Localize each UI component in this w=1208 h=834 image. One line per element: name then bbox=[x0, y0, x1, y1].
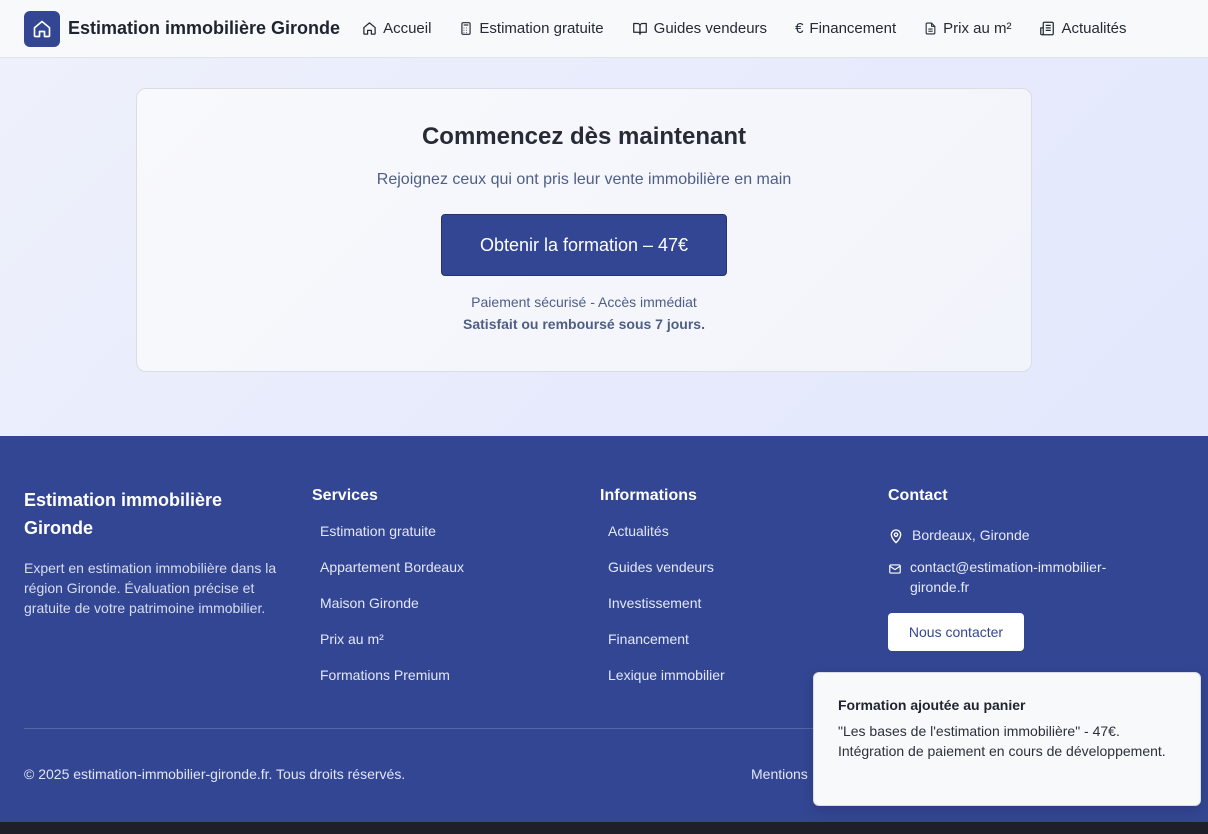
euro-icon: € bbox=[795, 20, 804, 37]
footer-link[interactable]: Actualités bbox=[600, 523, 725, 559]
footer-description: Expert en estimation immobilière dans la… bbox=[24, 560, 277, 616]
main-nav: Accueil Estimation gratuite Guides vende… bbox=[362, 20, 1154, 37]
nav-item-label: Guides vendeurs bbox=[653, 20, 768, 37]
footer-services-title: Services bbox=[312, 487, 378, 504]
footer-link[interactable]: Guides vendeurs bbox=[600, 559, 725, 595]
book-icon bbox=[632, 22, 647, 35]
footer-link[interactable]: Formations Premium bbox=[312, 667, 464, 703]
cta-title: Commencez dès maintenant bbox=[421, 123, 747, 150]
cta-card: Commencez dès maintenant Rejoignez ceux … bbox=[136, 88, 1032, 372]
nav-item-label: Financement bbox=[809, 20, 897, 37]
footer-services-list: Estimation gratuite Appartement Bordeaux… bbox=[312, 523, 464, 703]
footer-link[interactable]: Investissement bbox=[600, 595, 725, 631]
legal-link[interactable]: Mentions bbox=[751, 766, 808, 782]
nav-item-label: Estimation gratuite bbox=[479, 20, 604, 37]
contact-location-text: Bordeaux, Gironde bbox=[912, 527, 1030, 543]
payment-note: Paiement sécurisé - Accès immédiat bbox=[471, 294, 697, 310]
bottom-edge bbox=[0, 822, 1208, 834]
footer-informations-title: Informations bbox=[600, 487, 697, 504]
logo[interactable] bbox=[24, 10, 60, 47]
nav-item-actualites[interactable]: Actualités bbox=[1039, 20, 1127, 37]
footer-link[interactable]: Appartement Bordeaux bbox=[312, 559, 464, 595]
footer-contact-title: Contact bbox=[888, 487, 948, 504]
nav-item-prix[interactable]: Prix au m² bbox=[924, 20, 1011, 37]
footer-link[interactable]: Lexique immobilier bbox=[600, 667, 725, 703]
footer-link[interactable]: Maison Gironde bbox=[312, 595, 464, 631]
contact-email: contact@estimation-immobilier-gironde.fr bbox=[888, 557, 1138, 597]
get-formation-button[interactable]: Obtenir la formation – 47€ bbox=[441, 214, 727, 276]
document-icon bbox=[925, 22, 936, 35]
newspaper-icon bbox=[1040, 21, 1055, 36]
nav-item-guides[interactable]: Guides vendeurs bbox=[632, 20, 767, 37]
toast-body: "Les bases de l'estimation immobilière" … bbox=[838, 723, 1166, 759]
guarantee-note: Satisfait ou remboursé sous 7 jours. bbox=[463, 316, 705, 332]
home-icon bbox=[363, 22, 376, 35]
nav-item-label: Accueil bbox=[383, 20, 432, 37]
copyright-text: © 2025 estimation-immobilier-gironde.fr.… bbox=[24, 766, 406, 782]
footer-informations: Informations Actualités Guides vendeurs … bbox=[600, 486, 725, 703]
footer-brand: Estimation immobilière Gironde bbox=[24, 490, 223, 538]
footer-informations-list: Actualités Guides vendeurs Investissemen… bbox=[600, 523, 725, 703]
mail-icon bbox=[889, 564, 901, 574]
nav-item-label: Actualités bbox=[1061, 20, 1127, 37]
contact-email-text[interactable]: contact@estimation-immobilier-gironde.fr bbox=[910, 557, 1130, 597]
nav-item-estimation[interactable]: Estimation gratuite bbox=[459, 20, 604, 37]
calculator-icon bbox=[461, 22, 472, 35]
home-icon bbox=[33, 20, 51, 37]
footer-services: Services Estimation gratuite Appartement… bbox=[312, 486, 464, 703]
contact-button[interactable]: Nous contacter bbox=[888, 613, 1024, 651]
cta-subtitle: Rejoignez ceux qui ont pris leur vente i… bbox=[376, 171, 792, 188]
contact-location: Bordeaux, Gironde bbox=[888, 525, 1138, 545]
site-brand[interactable]: Estimation immobilière Gironde bbox=[68, 18, 340, 39]
footer-contact: Contact Bordeaux, Gironde contact@estima… bbox=[888, 486, 1138, 651]
site-header: Estimation immobilière Gironde Accueil E… bbox=[0, 0, 1208, 58]
nav-item-financement[interactable]: € Financement bbox=[795, 20, 896, 37]
footer-about: Estimation immobilière Gironde Expert en… bbox=[24, 486, 282, 618]
map-pin-icon bbox=[890, 529, 902, 544]
footer-link[interactable]: Estimation gratuite bbox=[312, 523, 464, 559]
nav-item-label: Prix au m² bbox=[943, 20, 1012, 37]
cta-section: Commencez dès maintenant Rejoignez ceux … bbox=[0, 58, 1208, 436]
footer-link[interactable]: Financement bbox=[600, 631, 725, 667]
cart-toast: Formation ajoutée au panier "Les bases d… bbox=[813, 672, 1201, 806]
toast-title: Formation ajoutée au panier bbox=[838, 697, 1026, 713]
footer-link[interactable]: Prix au m² bbox=[312, 631, 464, 667]
nav-item-accueil[interactable]: Accueil bbox=[362, 20, 431, 37]
